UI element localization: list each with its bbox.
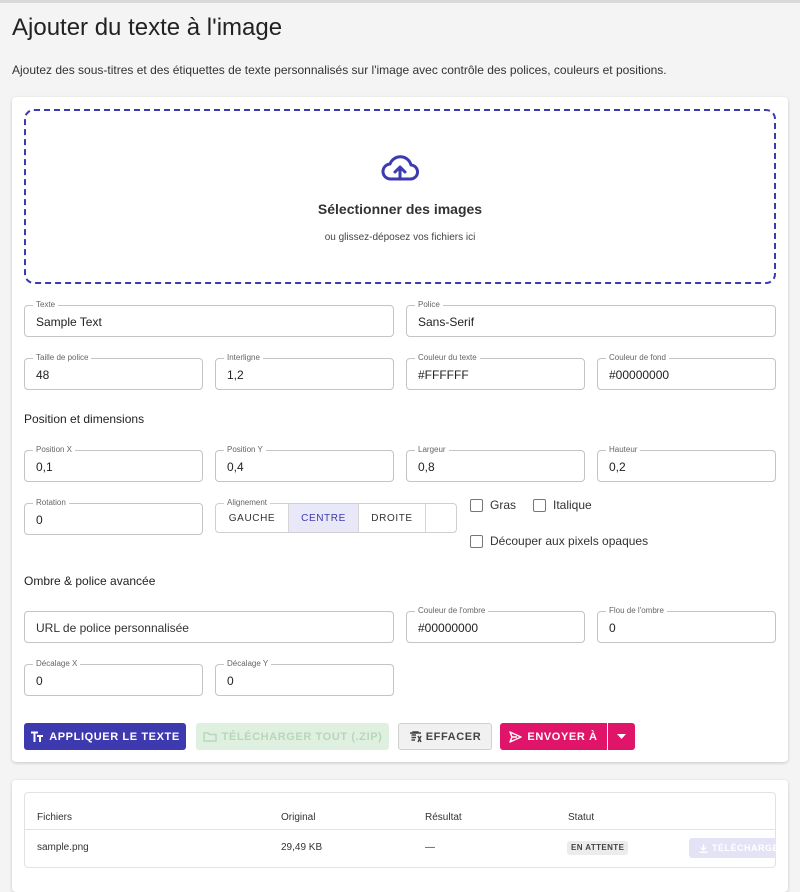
clear-icon [409,730,422,742]
text-format-icon [31,731,44,742]
shadow-color-value: #00000000 [418,621,479,635]
offset-y-value: 0 [227,674,234,688]
dropzone-title: Sélectionner des images [317,201,483,217]
offset-y-input[interactable]: Décalage Y 0 [215,659,394,696]
section-title-position: Position et dimensions [24,412,145,426]
line-height-value: 1,2 [227,368,244,382]
top-border [0,0,800,3]
position-x-value: 0,1 [36,460,53,474]
header-status: Statut [568,812,595,823]
shadow-blur-value: 0 [609,621,616,635]
header-files: Fichiers [37,812,73,823]
send-to-label: ENVOYER À [527,730,598,743]
text-value: Sample Text [36,315,102,329]
align-left-button[interactable]: GAUCHE [216,504,289,532]
custom-font-url-input[interactable]: URL de police personnalisée [24,611,394,643]
bg-color-label: Couleur de fond [606,353,669,363]
row-result: — [425,842,435,853]
files-table [24,792,776,868]
align-center-button[interactable]: CENTRE [289,504,359,532]
font-select[interactable]: Police Sans-Serif [406,300,776,337]
font-size-input[interactable]: Taille de police 48 [24,353,203,390]
row-original-size: 29,49 KB [281,842,323,853]
row-file-name: sample.png [37,842,89,853]
alignment-toggle-group: Alignement GAUCHE CENTRE DROITE [215,498,457,533]
status-badge: EN ATTENTE [567,841,629,855]
rotation-label: Rotation [33,498,69,508]
section-title-shadow: Ombre & police avancée [24,574,156,588]
italic-checkbox[interactable]: Italique [533,498,592,512]
apply-text-label: APPLIQUER LE TEXTE [49,730,180,743]
height-input[interactable]: Hauteur 0,2 [597,445,776,482]
bold-checkbox[interactable]: Gras [470,498,516,512]
crop-checkbox-label: Découper aux pixels opaques [490,534,649,548]
shadow-color-input[interactable]: Couleur de l'ombre #00000000 [406,606,585,643]
offset-x-input[interactable]: Décalage X 0 [24,659,203,696]
position-x-input[interactable]: Position X 0,1 [24,445,203,482]
offset-x-label: Décalage X [33,659,81,669]
shadow-blur-label: Flou de l'ombre [606,606,667,616]
file-dropzone[interactable] [24,109,776,284]
font-label: Police [415,300,443,310]
italic-checkbox-label: Italique [553,498,592,512]
folder-icon [202,732,217,742]
text-color-value: #FFFFFF [418,368,469,382]
apply-text-button[interactable]: APPLIQUER LE TEXTE [24,723,186,750]
text-input[interactable]: Texte Sample Text [24,300,394,337]
bg-color-input[interactable]: Couleur de fond #00000000 [597,353,776,390]
width-input[interactable]: Largeur 0,8 [406,445,585,482]
send-to-dropdown-button[interactable] [608,723,635,750]
bold-checkbox-box[interactable] [470,498,483,512]
shadow-color-label: Couleur de l'ombre [415,606,489,616]
caret-down-icon [617,734,626,739]
download-all-button[interactable]: TÉLÉCHARGER TOUT (.ZIP) [196,723,389,750]
download-all-label: TÉLÉCHARGER TOUT (.ZIP) [221,730,383,743]
bg-color-value: #00000000 [609,368,670,382]
send-icon [509,730,523,743]
line-height-label: Interligne [224,353,263,363]
position-x-label: Position X [33,445,76,455]
font-size-label: Taille de police [33,353,92,363]
row-download-button[interactable]: TÉLÉCHARGER [689,838,776,858]
font-size-value: 48 [36,368,50,382]
offset-x-value: 0 [36,674,43,688]
width-label: Largeur [415,445,449,455]
clear-label: EFFACER [425,730,482,743]
height-label: Hauteur [606,445,641,455]
position-y-value: 0,4 [227,460,244,474]
header-original: Original [281,812,316,823]
rotation-input[interactable]: Rotation 0 [24,498,203,535]
crop-checkbox[interactable]: Découper aux pixels opaques [470,534,648,548]
position-y-label: Position Y [224,445,266,455]
line-height-input[interactable]: Interligne 1,2 [215,353,394,390]
table-divider [25,829,776,830]
dropzone-subtitle: ou glissez-déposez vos fichiers ici [324,232,476,243]
offset-y-label: Décalage Y [224,659,272,669]
text-color-input[interactable]: Couleur du texte #FFFFFF [406,353,585,390]
italic-checkbox-box[interactable] [533,498,546,512]
page-subtitle: Ajoutez des sous-titres et des étiquette… [12,63,667,77]
page-title: Ajouter du texte à l'image [12,14,283,41]
font-value: Sans-Serif [418,315,475,329]
align-right-button[interactable]: DROITE [359,504,426,532]
row-download-label: TÉLÉCHARGER [712,843,776,853]
download-icon [699,844,708,853]
bold-checkbox-label: Gras [490,498,517,512]
crop-checkbox-box[interactable] [470,534,483,548]
alignment-label: Alignement [224,498,271,508]
width-value: 0,8 [418,460,435,474]
custom-font-url-placeholder: URL de police personnalisée [36,621,189,635]
position-y-input[interactable]: Position Y 0,4 [215,445,394,482]
send-to-button[interactable]: ENVOYER À [500,723,607,750]
header-result: Résultat [425,812,462,823]
cloud-upload-icon [381,155,419,181]
text-label: Texte [33,300,59,310]
clear-button[interactable]: EFFACER [398,723,492,750]
rotation-value: 0 [36,513,43,527]
text-color-label: Couleur du texte [415,353,480,363]
height-value: 0,2 [609,460,626,474]
shadow-blur-input[interactable]: Flou de l'ombre 0 [597,606,776,643]
